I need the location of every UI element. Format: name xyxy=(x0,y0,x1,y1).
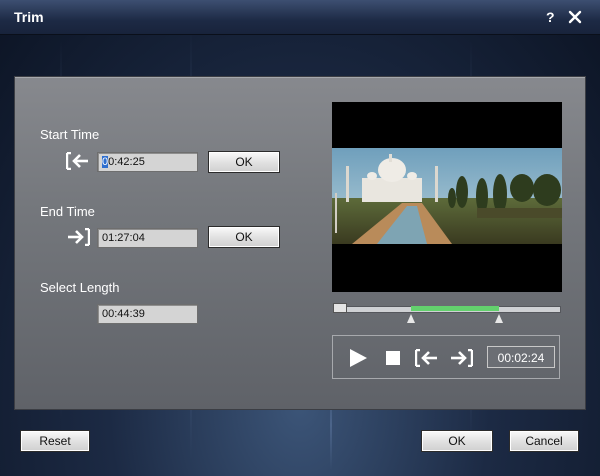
end-time-field[interactable]: 01:27:04 xyxy=(97,228,198,248)
set-end-button[interactable] xyxy=(66,227,91,247)
set-end-icon xyxy=(451,348,474,368)
close-button[interactable] xyxy=(566,6,584,26)
reset-button[interactable]: Reset xyxy=(20,430,90,452)
set-end-icon xyxy=(68,227,91,247)
play-icon xyxy=(350,349,367,367)
start-time-ok-button[interactable]: OK xyxy=(208,151,280,173)
start-time-field[interactable]: 00:42:25 xyxy=(97,152,198,172)
ctrl-set-end-button[interactable] xyxy=(449,348,474,368)
set-start-icon xyxy=(414,348,437,368)
stop-button[interactable] xyxy=(385,350,401,366)
stop-icon xyxy=(386,351,400,365)
close-icon xyxy=(568,10,582,24)
end-time-label: End Time xyxy=(40,204,95,219)
timeline-playhead[interactable] xyxy=(333,303,347,313)
set-start-button[interactable] xyxy=(65,151,90,171)
title-bar xyxy=(0,0,600,35)
start-time-value: 0:42:25 xyxy=(108,156,145,168)
video-frame xyxy=(332,148,562,244)
end-time-ok-button[interactable]: OK xyxy=(208,226,280,248)
current-time-display: 00:02:24 xyxy=(487,346,555,368)
end-marker[interactable] xyxy=(494,314,503,323)
start-time-label: Start Time xyxy=(40,127,100,142)
select-length-label: Select Length xyxy=(40,280,120,295)
set-start-icon xyxy=(65,151,88,171)
ok-button[interactable]: OK xyxy=(421,430,493,452)
window-title: Trim xyxy=(14,9,44,25)
ctrl-set-start-button[interactable] xyxy=(414,348,439,368)
help-button[interactable]: ? xyxy=(546,9,555,25)
cancel-button[interactable]: Cancel xyxy=(509,430,579,452)
timeline-selection xyxy=(410,306,499,311)
start-marker[interactable] xyxy=(406,314,415,323)
select-length-field: 00:44:39 xyxy=(97,304,198,324)
play-button[interactable] xyxy=(348,348,368,368)
